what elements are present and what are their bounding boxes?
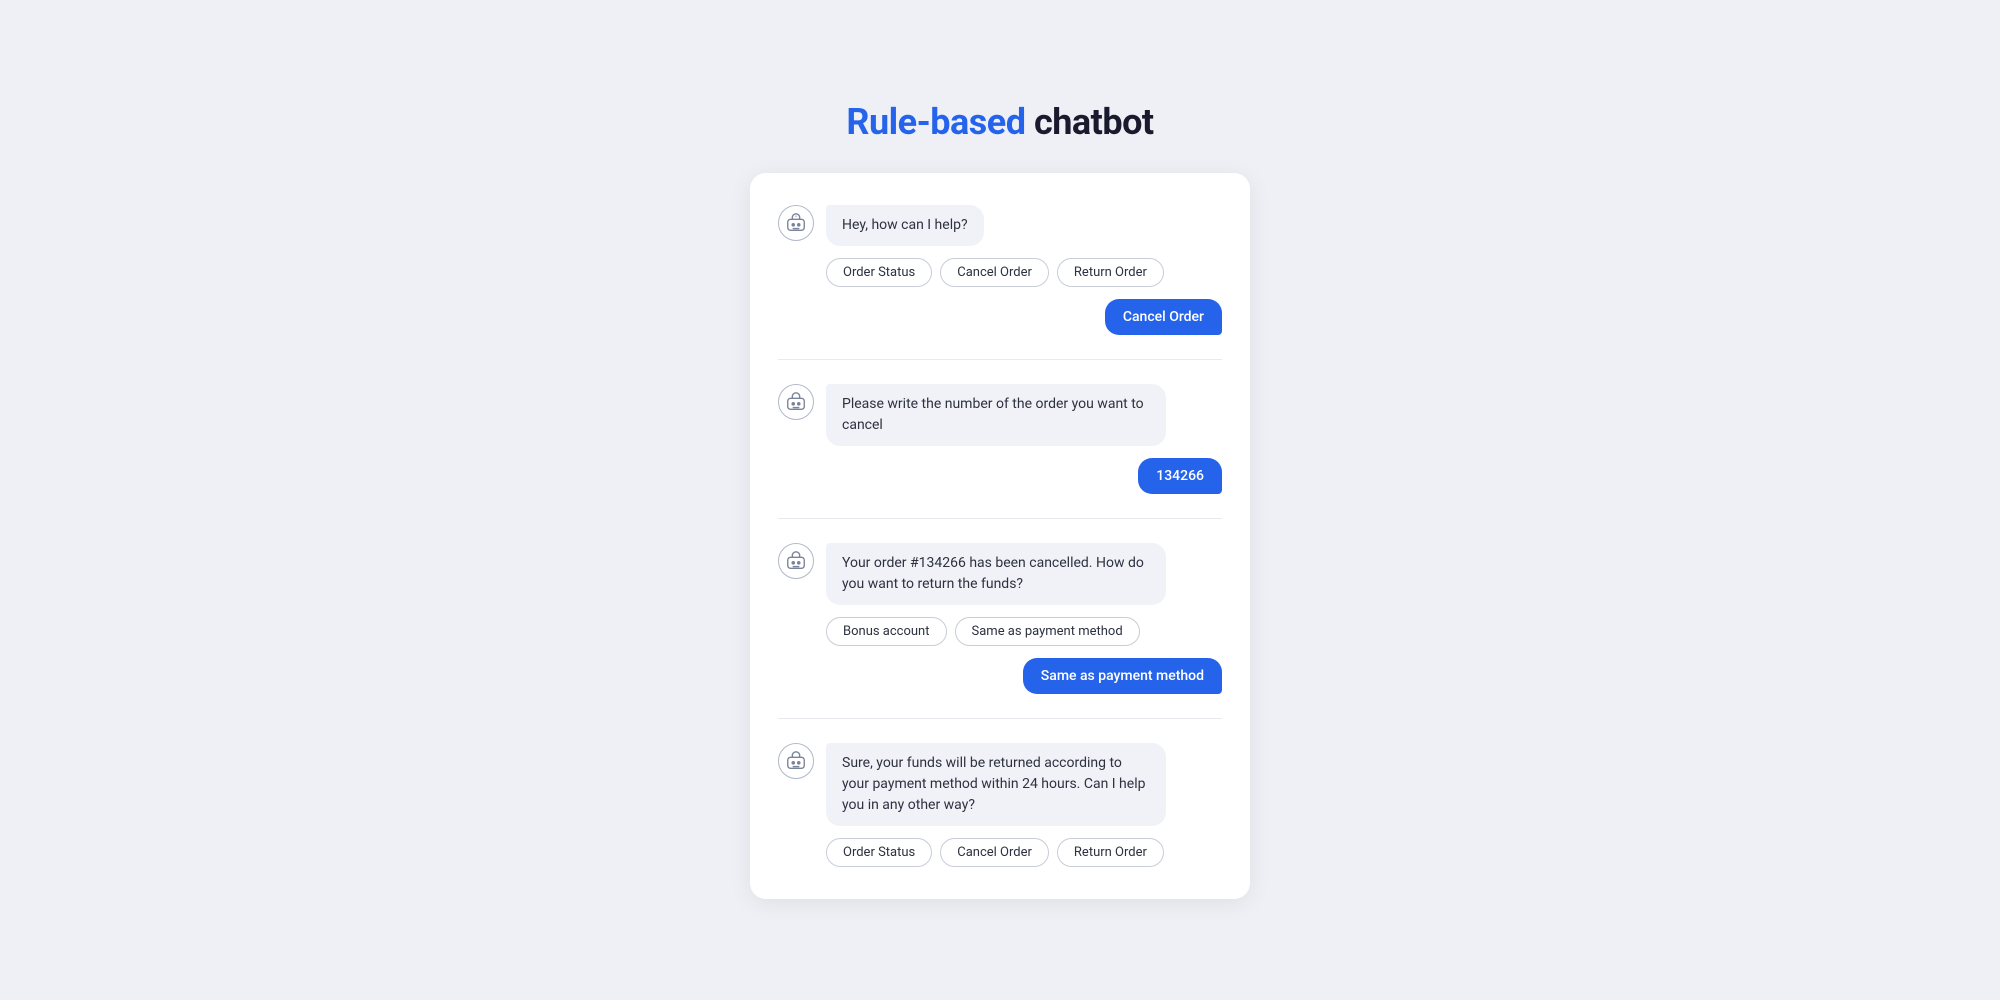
options-row-greet: Order Status Cancel Order Return Order bbox=[778, 258, 1222, 287]
option-order-status-1[interactable]: Order Status bbox=[826, 258, 932, 287]
divider-1 bbox=[778, 359, 1222, 360]
page-title: Rule-based chatbot bbox=[846, 101, 1153, 143]
bot-row-cancelled: Your order #134266 has been cancelled. H… bbox=[778, 543, 1222, 605]
bot-row-confirm: Sure, your funds will be returned accord… bbox=[778, 743, 1222, 826]
option-cancel-order-1[interactable]: Cancel Order bbox=[940, 258, 1049, 287]
option-bonus-account[interactable]: Bonus account bbox=[826, 617, 947, 646]
option-return-order-2[interactable]: Return Order bbox=[1057, 838, 1164, 867]
bot-icon bbox=[785, 212, 807, 234]
options-row-final: Order Status Cancel Order Return Order bbox=[778, 838, 1222, 867]
page-wrapper: Rule-based chatbot Hey, how can I bbox=[0, 0, 2000, 1000]
option-return-order-1[interactable]: Return Order bbox=[1057, 258, 1164, 287]
user-bubble-row-cancel: Cancel Order bbox=[778, 299, 1222, 335]
title-normal: chatbot bbox=[1034, 101, 1154, 143]
bot-avatar-3 bbox=[778, 543, 814, 579]
user-bubble-refund: Same as payment method bbox=[1023, 658, 1222, 694]
divider-3 bbox=[778, 718, 1222, 719]
option-order-status-2[interactable]: Order Status bbox=[826, 838, 932, 867]
options-row-refund: Bonus account Same as payment method bbox=[778, 617, 1222, 646]
message-group-1: Hey, how can I help? Order Status Cancel… bbox=[778, 205, 1222, 335]
chat-container: Hey, how can I help? Order Status Cancel… bbox=[750, 173, 1250, 899]
option-same-as-payment[interactable]: Same as payment method bbox=[955, 617, 1140, 646]
title-highlight: Rule-based bbox=[846, 101, 1025, 143]
user-bubble-row-number: 134266 bbox=[778, 458, 1222, 494]
bot-bubble-confirm: Sure, your funds will be returned accord… bbox=[826, 743, 1166, 826]
bot-avatar bbox=[778, 205, 814, 241]
message-group-4: Sure, your funds will be returned accord… bbox=[778, 743, 1222, 867]
divider-2 bbox=[778, 518, 1222, 519]
option-cancel-order-2[interactable]: Cancel Order bbox=[940, 838, 1049, 867]
bot-avatar-2 bbox=[778, 384, 814, 420]
bot-bubble-ask-number: Please write the number of the order you… bbox=[826, 384, 1166, 446]
bot-icon-4 bbox=[785, 750, 807, 772]
message-group-3: Your order #134266 has been cancelled. H… bbox=[778, 543, 1222, 694]
message-group-2: Please write the number of the order you… bbox=[778, 384, 1222, 494]
bot-icon-2 bbox=[785, 391, 807, 413]
bot-icon-3 bbox=[785, 550, 807, 572]
bot-row-greet: Hey, how can I help? bbox=[778, 205, 1222, 246]
bot-row-ask-number: Please write the number of the order you… bbox=[778, 384, 1222, 446]
bot-bubble-cancelled: Your order #134266 has been cancelled. H… bbox=[826, 543, 1166, 605]
bot-avatar-4 bbox=[778, 743, 814, 779]
user-bubble-row-refund: Same as payment method bbox=[778, 658, 1222, 694]
user-bubble-cancel: Cancel Order bbox=[1105, 299, 1222, 335]
user-bubble-number: 134266 bbox=[1138, 458, 1222, 494]
bot-bubble-greet: Hey, how can I help? bbox=[826, 205, 984, 246]
